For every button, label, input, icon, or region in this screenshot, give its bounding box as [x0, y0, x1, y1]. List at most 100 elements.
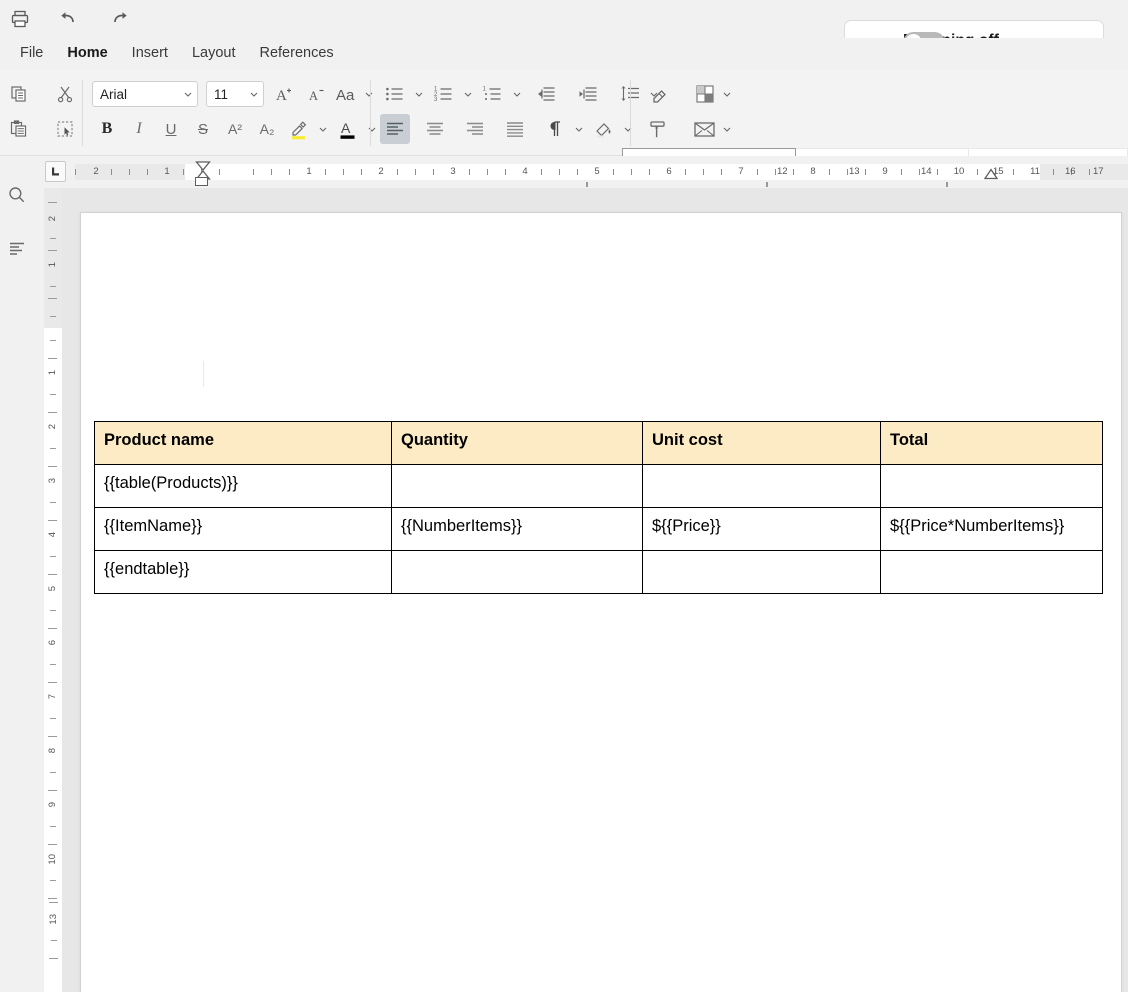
table-cell[interactable]: [643, 465, 881, 508]
subscript-label: A₂: [260, 121, 275, 137]
numbered-list-icon[interactable]: 1 2 3: [429, 79, 459, 109]
table-cell[interactable]: ${{Price}}: [643, 508, 881, 551]
tab-home[interactable]: Home: [55, 43, 119, 63]
shading-chevron-down-icon[interactable]: [621, 114, 635, 144]
table-cell[interactable]: {{ItemName}}: [95, 508, 392, 551]
svg-text:A: A: [276, 88, 287, 104]
bold-button[interactable]: B: [92, 114, 122, 144]
change-case-icon[interactable]: Aa: [334, 79, 360, 109]
formatting-chevron-down-icon[interactable]: [572, 114, 586, 144]
tab-stop-marker[interactable]: [586, 182, 588, 187]
align-center-icon[interactable]: [420, 114, 450, 144]
multilevel-chevron-down-icon[interactable]: [510, 79, 524, 109]
vertical-ruler-bottom: 13: [45, 900, 63, 992]
grow-font-icon[interactable]: A: [270, 79, 300, 109]
align-right-icon[interactable]: [460, 114, 490, 144]
right-indent-marker[interactable]: [983, 167, 999, 186]
table-header-unit-cost[interactable]: Unit cost: [643, 422, 881, 465]
table-cell[interactable]: [881, 551, 1103, 594]
product-table[interactable]: Product name Quantity Unit cost Total {{…: [94, 421, 1103, 594]
tab-layout[interactable]: Layout: [180, 43, 248, 63]
increase-indent-icon[interactable]: [573, 79, 603, 109]
font-family-value: Arial: [100, 87, 183, 102]
font-family-combo[interactable]: Arial: [92, 81, 198, 107]
underline-label: U: [166, 121, 177, 138]
ribbon-tab-bar: File Home Insert Layout References: [0, 38, 1128, 68]
ribbon-separator-3: [630, 80, 631, 146]
left-tab-stop-icon[interactable]: [45, 161, 66, 182]
justify-icon[interactable]: [500, 114, 530, 144]
copy-icon[interactable]: [4, 79, 34, 109]
search-icon[interactable]: [3, 181, 31, 209]
italic-button[interactable]: I: [124, 114, 154, 144]
table-cell[interactable]: ${{Price*NumberItems}}: [881, 508, 1103, 551]
font-color-chevron-down-icon[interactable]: [365, 114, 379, 144]
font-size-combo[interactable]: 11: [206, 81, 264, 107]
select-icon[interactable]: [50, 114, 80, 144]
table-row: {{ItemName}} {{NumberItems}} ${{Price}} …: [95, 508, 1103, 551]
bullet-list-icon[interactable]: [380, 79, 410, 109]
superscript-button[interactable]: A²: [220, 114, 250, 144]
table-cell[interactable]: [392, 465, 643, 508]
shrink-font-icon[interactable]: A: [302, 79, 332, 109]
table-header-total[interactable]: Total: [881, 422, 1103, 465]
clear-formatting-icon[interactable]: [644, 79, 674, 109]
table-cell[interactable]: {{table(Products)}}: [95, 465, 392, 508]
numbering-chevron-down-icon[interactable]: [461, 79, 475, 109]
show-formatting-icon[interactable]: [540, 114, 570, 144]
align-left-icon[interactable]: [380, 114, 410, 144]
navigation-icon[interactable]: [3, 234, 31, 262]
word-processor-window: Redlining off File Home Insert Layout Re…: [0, 0, 1128, 992]
table-cell[interactable]: [643, 551, 881, 594]
ribbon-separator-2: [370, 80, 371, 146]
paste-icon[interactable]: [4, 114, 34, 144]
svg-text:A: A: [341, 120, 351, 136]
text-cursor: [203, 361, 204, 387]
svg-text:Aa: Aa: [336, 87, 355, 104]
shading-icon[interactable]: [589, 114, 619, 144]
bullets-chevron-down-icon[interactable]: [412, 79, 426, 109]
table-row: {{table(Products)}}: [95, 465, 1103, 508]
multilevel-list-icon[interactable]: 1: [478, 79, 508, 109]
decrease-indent-icon[interactable]: [531, 79, 561, 109]
table-cell[interactable]: [392, 551, 643, 594]
strikethrough-button[interactable]: S: [188, 114, 218, 144]
ruler-ticks: 2 1 1 2 3 4: [75, 164, 1128, 180]
highlight-chevron-down-icon[interactable]: [316, 114, 330, 144]
document-canvas[interactable]: Product name Quantity Unit cost Total {{…: [62, 188, 1128, 992]
left-margin-square-marker[interactable]: [195, 177, 208, 186]
ribbon-separator: [82, 80, 83, 146]
text-highlight-icon[interactable]: [284, 114, 314, 144]
table-row: {{endtable}}: [95, 551, 1103, 594]
table-cell[interactable]: {{NumberItems}}: [392, 508, 643, 551]
tab-stop-marker[interactable]: [766, 182, 768, 187]
italic-label: I: [136, 120, 141, 138]
tab-stop-marker[interactable]: [946, 182, 948, 187]
borders-icon[interactable]: [692, 79, 718, 109]
vertical-ruler: 2 1 1 2 3 4 5 6 7 8 9 10: [44, 188, 62, 992]
tab-insert[interactable]: Insert: [120, 43, 180, 63]
mail-merge-icon[interactable]: [692, 114, 718, 144]
subscript-button[interactable]: A₂: [252, 114, 282, 144]
format-painter-icon[interactable]: [644, 114, 674, 144]
undo-icon[interactable]: [52, 4, 84, 34]
table-cell[interactable]: {{endtable}}: [95, 551, 392, 594]
vertical-ruler-margin: [44, 188, 62, 328]
change-case-chevron-down-icon[interactable]: [362, 79, 376, 109]
tab-references[interactable]: References: [247, 43, 345, 63]
table-header-product-name[interactable]: Product name: [95, 422, 392, 465]
table-cell[interactable]: [881, 465, 1103, 508]
redo-icon[interactable]: [104, 4, 136, 34]
svg-text:3: 3: [434, 97, 438, 103]
borders-chevron-down-icon[interactable]: [720, 79, 734, 109]
table-header-quantity[interactable]: Quantity: [392, 422, 643, 465]
font-color-icon[interactable]: A: [333, 114, 363, 144]
print-icon[interactable]: [4, 4, 36, 34]
tab-file[interactable]: File: [8, 43, 55, 63]
cut-icon[interactable]: [50, 79, 80, 109]
underline-button[interactable]: U: [156, 114, 186, 144]
mail-merge-chevron-down-icon[interactable]: [720, 114, 734, 144]
bold-label: B: [102, 120, 113, 138]
document-page[interactable]: Product name Quantity Unit cost Total {{…: [80, 212, 1122, 992]
strikethrough-label: S: [198, 121, 208, 138]
